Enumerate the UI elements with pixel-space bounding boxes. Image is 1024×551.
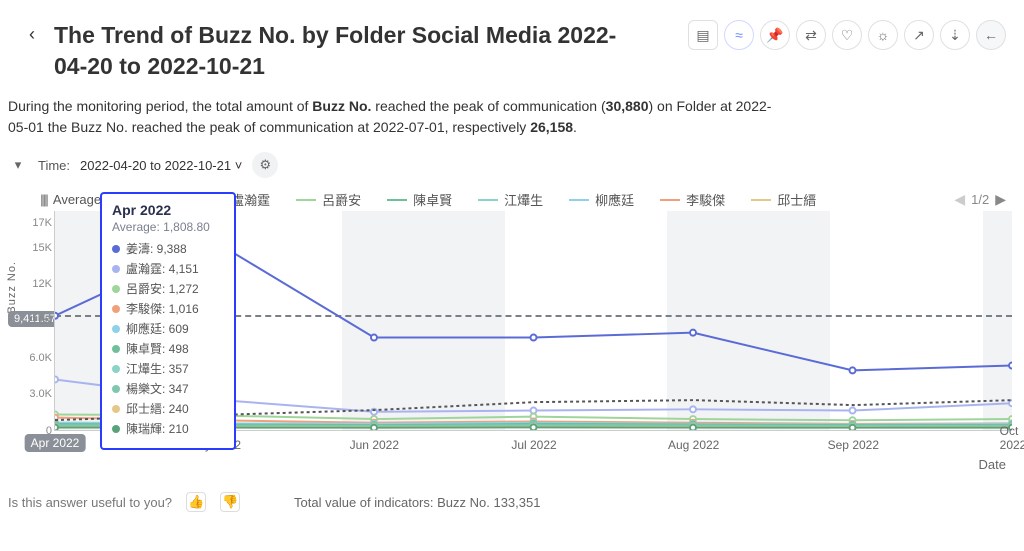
settings-button[interactable]: ⚙: [252, 152, 278, 178]
legend-item[interactable]: 邱士縉: [751, 190, 816, 209]
x-tick: Sep 2022: [828, 438, 879, 452]
legend-prev[interactable]: ◀: [954, 191, 965, 208]
thumbs-down-button[interactable]: 👎: [220, 492, 240, 512]
filter-icon[interactable]: ▾: [8, 155, 28, 175]
y-tick: 3.0K: [22, 388, 52, 400]
feedback-question: Is this answer useful to you?: [8, 495, 172, 510]
y-tick: 0: [22, 425, 52, 437]
tooltip-row: 江𤒹生: 357: [112, 360, 224, 377]
legend-item[interactable]: 呂爵安: [296, 190, 361, 209]
tooltip-average: Average: 1,808.80: [112, 220, 224, 234]
heart-button[interactable]: ♡: [832, 20, 862, 50]
back-button[interactable]: ‹: [18, 20, 46, 48]
tooltip-rows: 姜濤: 9,388 盧瀚霆: 4,151 呂爵安: 1,272 李駿傑: 1,016 柳…: [112, 240, 224, 437]
y-tick: 6.0K: [22, 352, 52, 364]
y-tick: 15K: [22, 242, 52, 254]
y-tick: 12K: [22, 278, 52, 290]
y-axis-label: Buzz No.: [6, 261, 18, 314]
y-tick: 9.0K: [22, 315, 52, 327]
swap-button[interactable]: ⇄: [796, 20, 826, 50]
legend-next[interactable]: ▶: [995, 191, 1006, 208]
chart-view-button[interactable]: ≈: [724, 20, 754, 50]
table-view-button[interactable]: ▤: [688, 20, 718, 50]
toolbar: ▤ ≈ 📌 ⇄ ♡ ☼ ↗ ⇣ ←: [688, 20, 1006, 50]
time-range-selector[interactable]: 2022-04-20 to 2022-10-21 ˅: [80, 158, 242, 173]
legend-average[interactable]: ||||| Average: [40, 192, 101, 207]
tooltip-row: 陳卓賢: 498: [112, 340, 224, 357]
legend-item[interactable]: 江𤒹生: [478, 190, 543, 209]
page-title: The Trend of Buzz No. by Folder Social M…: [54, 20, 644, 82]
tooltip-row: 邱士縉: 240: [112, 400, 224, 417]
legend-item[interactable]: 李駿傑: [660, 190, 725, 209]
tooltip: Apr 2022 Average: 1,808.80 姜濤: 9,388 盧瀚霆:…: [100, 192, 236, 450]
legend-item[interactable]: 柳應廷: [569, 190, 634, 209]
thumbs-up-button[interactable]: 👍: [186, 492, 206, 512]
x-tick: Oct 2022: [1000, 424, 1024, 452]
share-button[interactable]: ↗: [904, 20, 934, 50]
legend-item[interactable]: 陳卓賢: [387, 190, 452, 209]
chevron-down-icon: ˅: [235, 158, 243, 173]
tooltip-row: 楊樂文: 347: [112, 380, 224, 397]
tooltip-row: 柳應廷: 609: [112, 320, 224, 337]
download-button[interactable]: ⇣: [940, 20, 970, 50]
time-label: Time:: [38, 158, 70, 173]
x-tick: Aug 2022: [668, 438, 719, 452]
tooltip-row: 呂爵安: 1,272: [112, 280, 224, 297]
x-tick: Jun 2022: [350, 438, 399, 452]
bulb-button[interactable]: ☼: [868, 20, 898, 50]
tooltip-row: 李駿傑: 1,016: [112, 300, 224, 317]
collapse-button[interactable]: ←: [976, 20, 1006, 50]
legend-page: 1/2: [971, 192, 989, 207]
pin-button[interactable]: 📌: [760, 20, 790, 50]
tooltip-row: 盧瀚霆: 4,151: [112, 260, 224, 277]
summary-text: During the monitoring period, the total …: [0, 82, 780, 138]
legend-pager: ◀ 1/2 ▶: [954, 191, 1014, 208]
tooltip-row: 姜濤: 9,388: [112, 240, 224, 257]
tooltip-row: 陳瑞輝: 210: [112, 420, 224, 437]
x-tick: Jul 2022: [511, 438, 556, 452]
totals-text: Total value of indicators: Buzz No. 133,…: [294, 495, 540, 510]
tooltip-title: Apr 2022: [112, 202, 224, 218]
y-tick: 17K: [22, 217, 52, 229]
